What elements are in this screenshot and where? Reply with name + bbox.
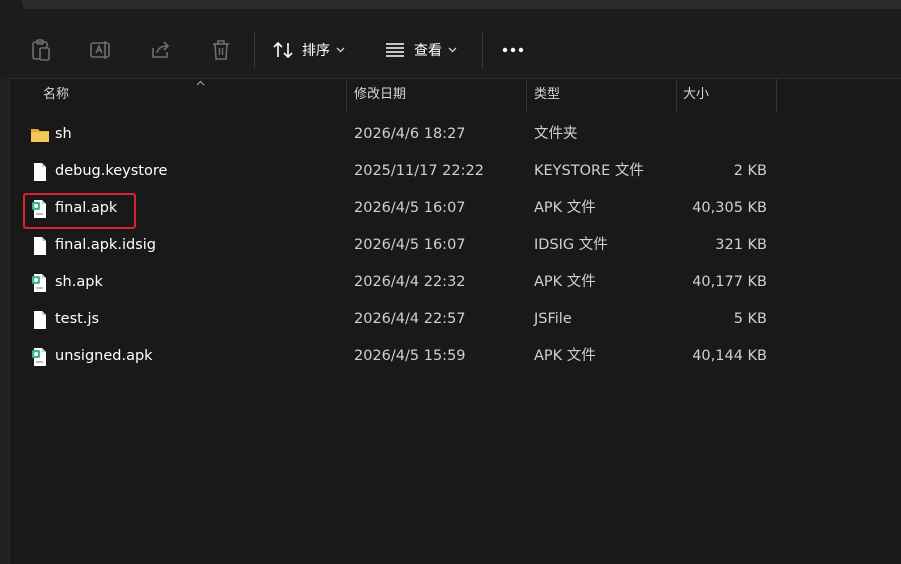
file-row[interactable]: final.apk 2026/4/5 16:07 APK 文件 40,305 K… (10, 190, 901, 227)
file-type: APK 文件 (534, 200, 596, 216)
file-date: 2026/4/5 16:07 (354, 200, 466, 216)
file-name: sh (55, 126, 72, 142)
file-date: 2025/11/17 22:22 (354, 163, 484, 179)
chevron-down-icon (448, 47, 457, 53)
view-button[interactable]: 查看 (384, 34, 457, 66)
file-size: 40,177 KB (692, 274, 767, 290)
share-icon (152, 41, 170, 58)
file-date: 2026/4/5 16:07 (354, 237, 466, 253)
column-header-type[interactable]: 类型 (534, 78, 560, 112)
file-size: 40,305 KB (692, 200, 767, 216)
share-button[interactable] (148, 34, 174, 66)
sort-button[interactable]: 排序 (272, 34, 345, 66)
view-icon (386, 43, 404, 57)
folder-icon (31, 129, 49, 142)
navigation-pane-edge (0, 78, 10, 564)
column-divider[interactable] (526, 78, 527, 112)
apk-file-icon (32, 274, 46, 292)
file-size: 5 KB (733, 311, 767, 327)
command-bar: 排序 查看 (0, 22, 901, 79)
file-name: sh.apk (55, 274, 103, 290)
file-date: 2026/4/6 18:27 (354, 126, 466, 142)
file-size: 40,144 KB (692, 348, 767, 364)
file-row[interactable]: final.apk.idsig 2026/4/5 16:07 IDSIG 文件 … (10, 227, 901, 264)
apk-file-icon (32, 348, 46, 366)
column-divider[interactable] (346, 78, 347, 112)
file-date: 2026/4/5 15:59 (354, 348, 466, 364)
column-header: 名称 修改日期 类型 大小 (10, 78, 901, 112)
file-type: IDSIG 文件 (534, 237, 608, 253)
rename-icon (90, 41, 110, 59)
file-row[interactable]: test.js 2026/4/4 22:57 JSFile 5 KB (10, 301, 901, 338)
rename-button[interactable] (88, 34, 114, 66)
more-icon (502, 47, 524, 53)
file-name: debug.keystore (55, 163, 168, 179)
file-size (676, 116, 767, 153)
view-label: 查看 (414, 43, 442, 59)
sort-ascending-icon (196, 80, 205, 86)
file-icon (34, 311, 46, 329)
column-header-date[interactable]: 修改日期 (354, 78, 406, 112)
file-icon (34, 163, 46, 181)
file-row[interactable]: sh.apk 2026/4/4 22:32 APK 文件 40,177 KB (10, 264, 901, 301)
file-name: test.js (55, 311, 100, 327)
paste-icon (32, 39, 50, 61)
file-name: unsigned.apk (55, 348, 153, 364)
sort-icon (273, 41, 293, 59)
file-type: KEYSTORE 文件 (534, 163, 644, 179)
toolbar-separator (482, 32, 483, 68)
chevron-down-icon (336, 47, 345, 53)
column-divider[interactable] (676, 78, 677, 112)
file-size: 321 KB (715, 237, 767, 253)
file-date: 2026/4/4 22:32 (354, 274, 466, 290)
paste-button[interactable] (28, 34, 54, 66)
column-header-name[interactable]: 名称 (43, 78, 69, 112)
file-date: 2026/4/4 22:57 (354, 311, 466, 327)
delete-icon (213, 40, 229, 60)
toolbar-separator (254, 32, 255, 68)
highlight-box (23, 193, 136, 229)
sort-label: 排序 (302, 43, 330, 59)
column-header-size[interactable]: 大小 (683, 78, 709, 112)
file-row[interactable]: debug.keystore 2025/11/17 22:22 KEYSTORE… (10, 153, 901, 190)
more-options-button[interactable] (500, 34, 526, 66)
file-icon (34, 237, 46, 255)
file-type: APK 文件 (534, 348, 596, 364)
address-bar-edge (22, 0, 901, 9)
file-type: 文件夹 (534, 126, 578, 142)
delete-button[interactable] (208, 34, 234, 66)
file-name: final.apk.idsig (55, 237, 156, 253)
file-row[interactable]: unsigned.apk 2026/4/5 15:59 APK 文件 40,14… (10, 338, 901, 375)
file-type: JSFile (534, 311, 572, 327)
file-size: 2 KB (733, 163, 767, 179)
file-row[interactable]: sh 2026/4/6 18:27 文件夹 (10, 116, 901, 153)
file-type: APK 文件 (534, 274, 596, 290)
column-divider[interactable] (776, 78, 777, 112)
